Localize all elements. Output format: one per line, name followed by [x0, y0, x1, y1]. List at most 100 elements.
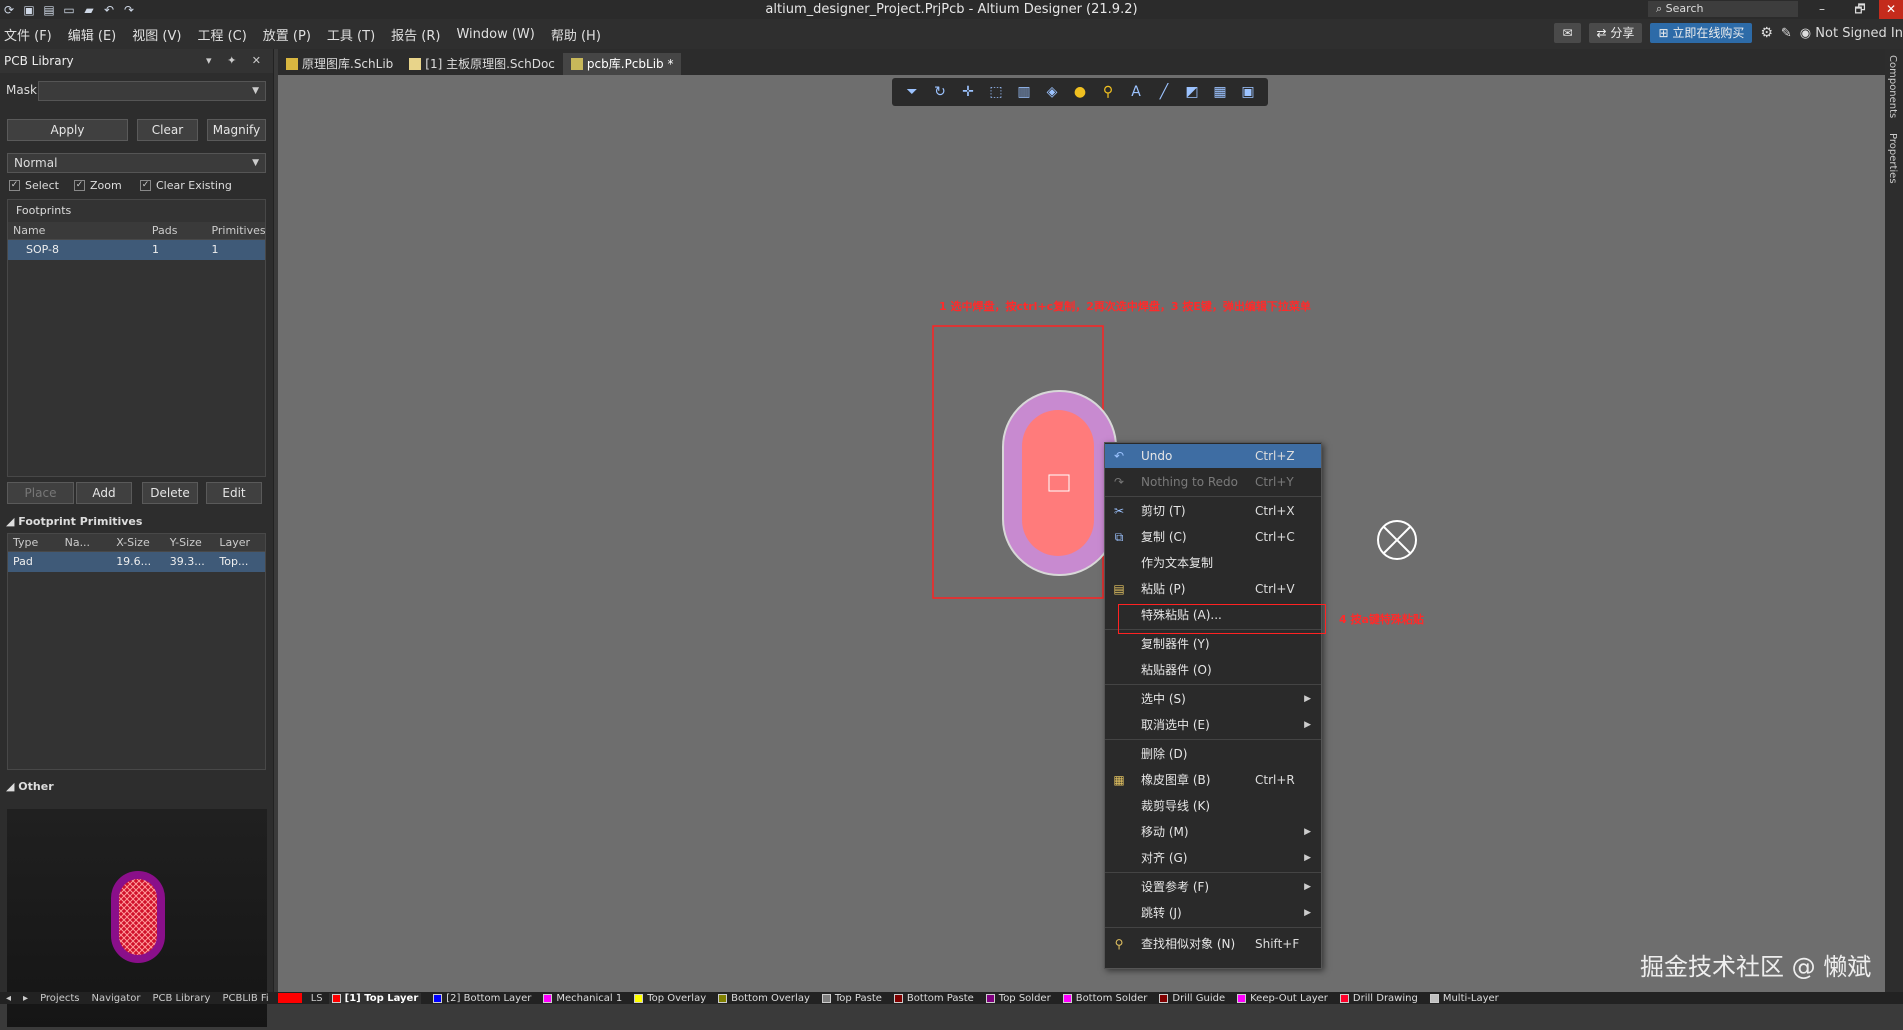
tab-schdoc[interactable]: [1] 主板原理图.SchDoc	[401, 53, 563, 75]
col-y-size[interactable]: Y-Size	[165, 534, 215, 551]
zoom-checkbox[interactable]: ✓ Zoom	[74, 179, 122, 192]
layer-set-button[interactable]: LS	[305, 993, 329, 1004]
layer-tab[interactable]: Drill Guide	[1159, 993, 1225, 1004]
col-pads[interactable]: Pads	[147, 222, 207, 239]
panel-tab-pcb-library[interactable]: PCB Library	[146, 993, 216, 1004]
current-layer-color[interactable]	[277, 993, 302, 1003]
col-name[interactable]: Name	[8, 222, 147, 239]
other-section[interactable]: ◢ Other	[6, 780, 54, 793]
apply-button[interactable]: Apply	[7, 119, 128, 141]
mode-select[interactable]: Normal ▼	[7, 153, 266, 173]
open-project-icon[interactable]: ▰	[82, 3, 96, 17]
menu-item-cut[interactable]: ✂ 剪切 (T) Ctrl+X	[1105, 499, 1321, 523]
menu-item-deselect[interactable]: 取消选中 (E) ▶	[1105, 713, 1321, 737]
panel-controls[interactable]: ▾ ✦ ✕	[206, 49, 267, 73]
edit-button[interactable]: Edit	[206, 482, 262, 504]
route-icon[interactable]: ↻	[930, 82, 950, 102]
select-rect-icon[interactable]: ⬚	[986, 82, 1006, 102]
pad-icon[interactable]: ●	[1070, 82, 1090, 102]
layer-tab[interactable]: Bottom Overlay	[718, 993, 810, 1004]
user-menu[interactable]: ◉ Not Signed In	[1800, 26, 1903, 41]
layer-tab[interactable]: [2] Bottom Layer	[433, 993, 531, 1004]
menu-item-find-similar[interactable]: ⚲ 查找相似对象 (N) Shift+F	[1105, 932, 1321, 956]
layer-tab[interactable]: Keep-Out Layer	[1237, 993, 1328, 1004]
menu-tools[interactable]: 工具 (T)	[327, 25, 375, 44]
menu-item-select[interactable]: 选中 (S) ▶	[1105, 687, 1321, 711]
col-x-size[interactable]: X-Size	[111, 534, 165, 551]
minimize-button[interactable]: –	[1803, 0, 1841, 19]
menu-help[interactable]: 帮助 (H)	[551, 25, 601, 44]
menu-window[interactable]: Window (W)	[456, 27, 534, 42]
share-button[interactable]: ⇄ 分享	[1588, 23, 1643, 43]
pad-copper[interactable]	[1022, 410, 1094, 556]
filter-icon[interactable]: ⏷	[902, 82, 922, 102]
layer-tab[interactable]: Top Paste	[821, 993, 882, 1004]
panel-tab-pcblib-filter[interactable]: PCBLIB Fi	[216, 993, 274, 1004]
tab-schlib[interactable]: 原理图库.SchLib	[278, 53, 401, 75]
cross-probe-icon[interactable]: ✛	[958, 82, 978, 102]
layer-tab[interactable]: Multi-Layer	[1429, 993, 1499, 1004]
menu-item-redo[interactable]: ↷ Nothing to Redo Ctrl+Y	[1105, 470, 1321, 494]
layer-tab[interactable]: Top Solder	[985, 993, 1051, 1004]
menu-item-rubber-stamp[interactable]: ▦ 橡皮图章 (B) Ctrl+R	[1105, 768, 1321, 792]
line-icon[interactable]: ╱	[1154, 82, 1174, 102]
region-icon[interactable]: ◩	[1182, 82, 1202, 102]
menu-item-undo[interactable]: ↶ Undo Ctrl+Z	[1105, 444, 1321, 468]
gear-icon[interactable]: ⚙	[1760, 25, 1773, 41]
redo-icon[interactable]: ↷	[122, 3, 136, 17]
clear-button[interactable]: Clear	[137, 119, 198, 141]
tab-pcblib[interactable]: pcb库.PcbLib *	[562, 53, 682, 75]
col-type[interactable]: Type	[8, 534, 60, 551]
text-icon[interactable]: A	[1126, 82, 1146, 102]
add-button[interactable]: Add	[76, 482, 132, 504]
place-component-icon[interactable]: ◈	[1042, 82, 1062, 102]
via-icon[interactable]: ⚲	[1098, 82, 1118, 102]
menu-item-copy-component[interactable]: 复制器件 (Y)	[1105, 632, 1321, 656]
undo-icon[interactable]: ↶	[102, 3, 116, 17]
menu-item-copy-as-text[interactable]: 作为文本复制	[1105, 551, 1321, 575]
footprint-primitives-section[interactable]: ◢ Footprint Primitives	[6, 515, 142, 528]
dimension-icon[interactable]: ▦	[1210, 82, 1230, 102]
menu-file[interactable]: 文件 (F)	[4, 25, 52, 44]
close-button[interactable]: ✕	[1879, 0, 1903, 19]
scroll-left-icon[interactable]: ◂	[0, 993, 17, 1004]
layer-tab[interactable]: Top Overlay	[634, 993, 706, 1004]
menu-item-delete[interactable]: 删除 (D)	[1105, 742, 1321, 766]
mask-input[interactable]: ▼	[38, 81, 266, 101]
align-icon[interactable]: ▥	[1014, 82, 1034, 102]
save-icon[interactable]: ▣	[22, 3, 36, 17]
menu-edit[interactable]: 编辑 (E)	[68, 25, 117, 44]
col-name[interactable]: Na...	[60, 534, 112, 551]
panel-tab-navigator[interactable]: Navigator	[86, 993, 147, 1004]
layer-tab[interactable]: Bottom Solder	[1062, 993, 1147, 1004]
place-button[interactable]: Place	[7, 482, 74, 504]
menu-item-set-reference[interactable]: 设置参考 (F) ▶	[1105, 875, 1321, 899]
scroll-right-icon[interactable]: ▸	[17, 993, 34, 1004]
table-row[interactable]: Pad 19.6... 39.3... Top...	[8, 552, 265, 572]
buy-online-button[interactable]: ⊞ 立即在线购买	[1650, 23, 1753, 43]
feedback-button[interactable]: ✉	[1554, 23, 1581, 43]
menu-item-jump[interactable]: 跳转 (J) ▶	[1105, 901, 1321, 925]
col-layer[interactable]: Layer	[214, 534, 265, 551]
menu-item-align[interactable]: 对齐 (G) ▶	[1105, 846, 1321, 870]
delete-button[interactable]: Delete	[142, 482, 198, 504]
maximize-button[interactable]: 🗗	[1841, 0, 1879, 19]
menu-project[interactable]: 工程 (C)	[197, 25, 246, 44]
clear-existing-checkbox[interactable]: ✓ Clear Existing	[140, 179, 232, 192]
select-checkbox[interactable]: ✓ Select	[9, 179, 59, 192]
layer-tab[interactable]: Drill Drawing	[1339, 993, 1418, 1004]
menu-place[interactable]: 放置 (P)	[263, 25, 311, 44]
menu-item-copy[interactable]: ⧉ 复制 (C) Ctrl+C	[1105, 525, 1321, 549]
layer-tab[interactable]: Mechanical 1	[543, 993, 622, 1004]
menu-item-paste[interactable]: ▤ 粘贴 (P) Ctrl+V	[1105, 577, 1321, 601]
zoom-area-icon[interactable]: ▣	[1238, 82, 1258, 102]
layer-tab[interactable]: Bottom Paste	[893, 993, 974, 1004]
open-icon[interactable]: ▭	[62, 3, 76, 17]
components-panel-tab[interactable]: Components	[1887, 55, 1898, 118]
menu-reports[interactable]: 报告 (R)	[391, 25, 440, 44]
save-all-icon[interactable]: ▤	[42, 3, 56, 17]
notifications-icon[interactable]: ✎	[1781, 26, 1792, 41]
search-box[interactable]: ⌕ Search	[1648, 1, 1798, 17]
menu-item-trim-wire[interactable]: 裁剪导线 (K)	[1105, 794, 1321, 818]
menu-item-move[interactable]: 移动 (M) ▶	[1105, 820, 1321, 844]
